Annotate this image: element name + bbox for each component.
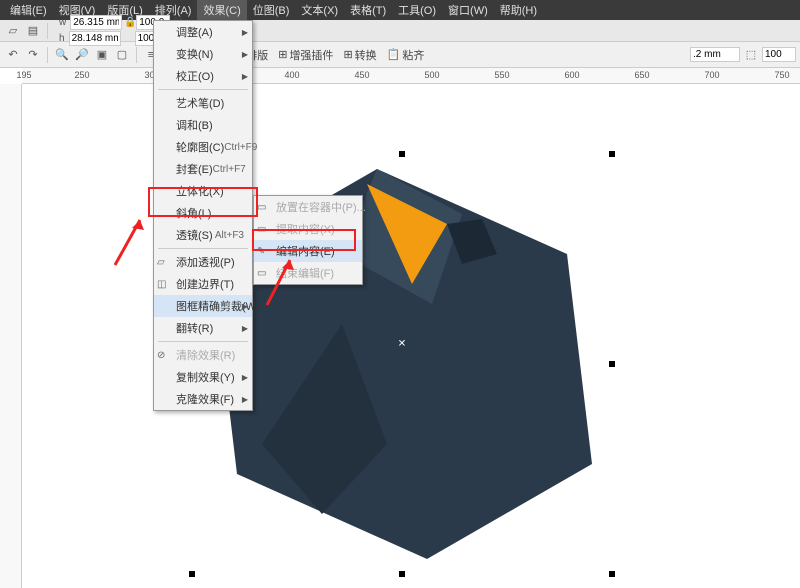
effects-dropdown: 调整(A)▶变换(N)▶校正(O)▶ 艺术笔(D)调和(B)轮廓图(C)Ctrl+… bbox=[153, 20, 253, 411]
tool-icon: ⊞ bbox=[278, 48, 287, 61]
menu-item-icon: ◫ bbox=[157, 279, 171, 290]
lock-icon[interactable]: 🔒 bbox=[124, 17, 134, 28]
chevron-right-icon: ▶ bbox=[242, 50, 248, 59]
effects-item[interactable]: 复制效果(Y)▶ bbox=[154, 366, 252, 388]
powerclip-item: ▭放置在容器中(P)... bbox=[254, 196, 362, 218]
effects-item[interactable]: ▱添加透视(P) bbox=[154, 251, 252, 273]
chevron-right-icon: ▶ bbox=[242, 373, 248, 382]
selection-handle[interactable] bbox=[609, 361, 615, 367]
paste-button[interactable]: 📋粘齐 bbox=[383, 47, 429, 63]
zoom-level-input[interactable] bbox=[762, 47, 796, 62]
menu-tools[interactable]: 工具(O) bbox=[392, 0, 442, 20]
effects-item[interactable]: ◫创建边界(T) bbox=[154, 273, 252, 295]
effects-item[interactable]: 翻转(R)▶ bbox=[154, 317, 252, 339]
fit-page-icon[interactable]: ▢ bbox=[113, 46, 131, 64]
tool-icon: ⊞ bbox=[343, 48, 352, 61]
chevron-right-icon: ▶ bbox=[242, 395, 248, 404]
menu-item-icon: ▭ bbox=[257, 202, 271, 213]
height-label: h bbox=[59, 33, 65, 44]
effects-item[interactable]: 图框精确剪裁(W)▶ bbox=[154, 295, 252, 317]
ruler-vertical bbox=[0, 84, 22, 588]
ruler-horizontal: 195 250 300 350 400 450 500 550 600 650 … bbox=[22, 68, 800, 84]
outline-width-input[interactable] bbox=[690, 47, 740, 62]
chevron-right-icon: ▶ bbox=[242, 302, 248, 311]
width-label: w bbox=[59, 17, 66, 28]
tool-icon: 📋 bbox=[387, 48, 401, 61]
tool-open-icon[interactable]: ▤ bbox=[24, 22, 42, 40]
chevron-right-icon: ▶ bbox=[242, 28, 248, 37]
tool-new-icon[interactable]: ▱ bbox=[4, 22, 22, 40]
menu-help[interactable]: 帮助(H) bbox=[494, 0, 543, 20]
selection-center-icon: ✕ bbox=[398, 339, 406, 350]
effects-item[interactable]: 封套(E)Ctrl+F7 bbox=[154, 158, 252, 180]
chevron-right-icon: ▶ bbox=[242, 324, 248, 333]
menu-item-icon: ▱ bbox=[157, 257, 171, 268]
effects-item[interactable]: 调整(A)▶ bbox=[154, 21, 252, 43]
menu-item-icon: ▭ bbox=[257, 224, 271, 235]
property-bar: ▱ ▤ w 🔒 % h % ◐ ⋯ bbox=[0, 20, 800, 42]
annotation-arrow-1 bbox=[110, 210, 150, 270]
selection-handle[interactable] bbox=[399, 151, 405, 157]
outline-icon[interactable]: ⬚ bbox=[742, 46, 760, 64]
chevron-right-icon: ▶ bbox=[242, 72, 248, 81]
undo-icon[interactable]: ↶ bbox=[4, 46, 22, 64]
effects-item[interactable]: 克隆效果(F)▶ bbox=[154, 388, 252, 410]
convert-button[interactable]: ⊞转换 bbox=[339, 47, 380, 63]
effects-item[interactable]: 校正(O)▶ bbox=[154, 65, 252, 87]
effects-item[interactable]: 变换(N)▶ bbox=[154, 43, 252, 65]
height-input[interactable] bbox=[69, 31, 121, 46]
standard-toolbar: ↶ ↷ 🔍 🔎 ▣ ▢ ≡ — ▼ ▭ ⊞排版 ⊞增强插件 ⊞转换 📋粘齐 ⬚ bbox=[0, 42, 800, 68]
width-input[interactable] bbox=[70, 15, 122, 30]
effects-item[interactable]: 轮廓图(C)Ctrl+F9 bbox=[154, 136, 252, 158]
redo-icon[interactable]: ↷ bbox=[24, 46, 42, 64]
canvas[interactable]: ✕ bbox=[22, 84, 800, 588]
selection-handle[interactable] bbox=[609, 571, 615, 577]
menu-edit[interactable]: 编辑(E) bbox=[4, 0, 53, 20]
zoom-out-icon[interactable]: 🔎 bbox=[73, 46, 91, 64]
menu-effects[interactable]: 效果(C) bbox=[197, 0, 246, 20]
fit-icon[interactable]: ▣ bbox=[93, 46, 111, 64]
selection-handle[interactable] bbox=[609, 151, 615, 157]
menu-window[interactable]: 窗口(W) bbox=[442, 0, 494, 20]
selection-handle[interactable] bbox=[399, 571, 405, 577]
effects-item: ⊘清除效果(R) bbox=[154, 344, 252, 366]
effects-item[interactable]: 透镜(S)Alt+F3 bbox=[154, 224, 252, 246]
zoom-in-icon[interactable]: 🔍 bbox=[53, 46, 71, 64]
strong-insert-button[interactable]: ⊞增强插件 bbox=[274, 47, 337, 63]
menu-item-icon: ⊘ bbox=[157, 350, 171, 361]
menu-table[interactable]: 表格(T) bbox=[344, 0, 392, 20]
effects-item[interactable]: 斜角(L) bbox=[154, 202, 252, 224]
effects-item[interactable]: 艺术笔(D) bbox=[154, 92, 252, 114]
selection-handle[interactable] bbox=[189, 571, 195, 577]
annotation-arrow-2 bbox=[262, 250, 302, 310]
menu-text[interactable]: 文本(X) bbox=[295, 0, 344, 20]
effects-item[interactable]: 立体化(X) bbox=[154, 180, 252, 202]
menu-bitmap[interactable]: 位图(B) bbox=[247, 0, 296, 20]
effects-item[interactable]: 调和(B) bbox=[154, 114, 252, 136]
powerclip-item: ▭提取内容(X) bbox=[254, 218, 362, 240]
